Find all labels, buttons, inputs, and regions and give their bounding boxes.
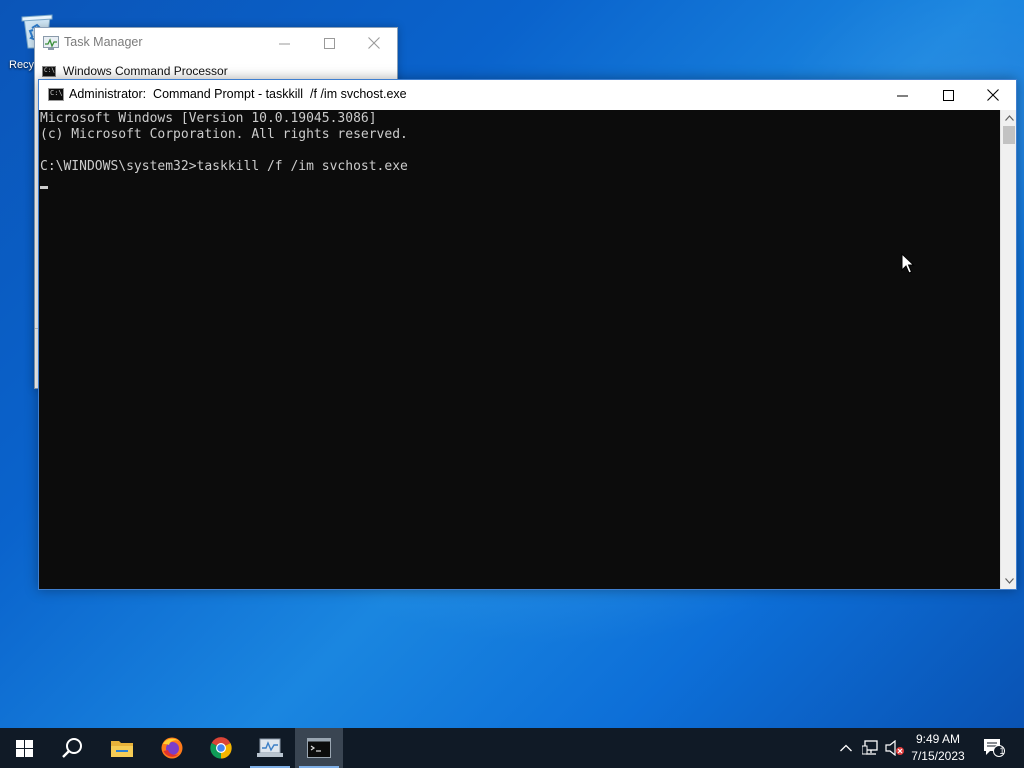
search-icon [62,738,82,758]
console-scrollbar[interactable] [1000,110,1016,589]
chevron-down-icon [1004,578,1014,584]
windows-logo-icon [15,739,33,757]
taskbar-file-explorer[interactable] [98,728,146,768]
cmd-process-icon: C:\ [42,66,56,77]
console-line: (c) Microsoft Corporation. All rights re… [40,127,408,142]
notification-count: 1 [999,746,1005,756]
minimize-icon [278,43,290,44]
clock-date: 7/15/2023 [911,749,965,763]
task-manager-title: Task Manager [64,35,143,49]
volume-tray-button[interactable] [884,728,906,768]
cmd-minimize-button[interactable] [879,80,925,110]
action-center-button[interactable]: 1 [980,728,1008,768]
chrome-icon [210,737,232,759]
command-prompt-titlebar[interactable]: C:\ Administrator: Command Prompt - task… [39,80,1016,110]
clock-time: 9:49 AM [915,732,961,746]
command-prompt-title: Administrator: Command Prompt - taskkill… [69,87,407,101]
network-tray-button[interactable] [860,728,882,768]
console-line: Microsoft Windows [Version 10.0.19045.30… [40,111,377,126]
taskbar-clock[interactable]: 9:49 AM 7/15/2023 [904,731,972,767]
close-icon [368,37,380,49]
maximize-icon [323,37,335,49]
minimize-icon [896,95,908,96]
folder-icon [111,741,133,757]
cmd-maximize-button[interactable] [925,80,971,110]
taskbar-firefox[interactable] [148,728,196,768]
chevron-up-icon [840,744,852,752]
console-line: C:\WINDOWS\system32>taskkill /f /im svch… [40,159,408,174]
scroll-down-button[interactable] [1001,573,1017,589]
command-prompt-icon: C:\ [48,88,64,101]
cmd-close-button[interactable] [970,80,1016,110]
firefox-icon [161,737,183,759]
network-icon [862,740,878,755]
task-manager-icon [43,36,59,50]
scroll-thumb[interactable] [1003,126,1015,144]
network-monitor-icon [257,738,283,757]
process-name: Windows Command Processor [63,64,228,78]
taskbar-command-prompt[interactable] [295,728,343,768]
maximize-icon [942,89,954,101]
close-icon [987,89,999,101]
task-manager-close-button[interactable] [351,28,397,58]
taskbar-network-tool[interactable] [246,728,294,768]
search-button[interactable] [48,728,96,768]
task-manager-titlebar[interactable]: Task Manager [35,28,397,58]
taskbar-chrome[interactable] [197,728,245,768]
command-prompt-window[interactable]: C:\ Administrator: Command Prompt - task… [38,79,1017,590]
mouse-pointer-icon [901,253,915,274]
chevron-up-icon [1004,115,1014,121]
text-cursor [40,186,48,189]
console-output[interactable]: Microsoft Windows [Version 10.0.19045.30… [39,110,1000,589]
recycle-bin-label: Recy [9,59,35,71]
scroll-up-button[interactable] [1001,110,1017,126]
volume-muted-icon [885,740,904,756]
command-prompt-taskbar-icon [307,738,331,758]
show-hidden-icons-button[interactable] [836,728,856,768]
task-manager-maximize-button[interactable] [306,28,352,58]
taskbar: 9:49 AM 7/15/2023 1 [0,728,1024,768]
start-button[interactable] [0,728,48,768]
task-manager-minimize-button[interactable] [261,28,307,58]
